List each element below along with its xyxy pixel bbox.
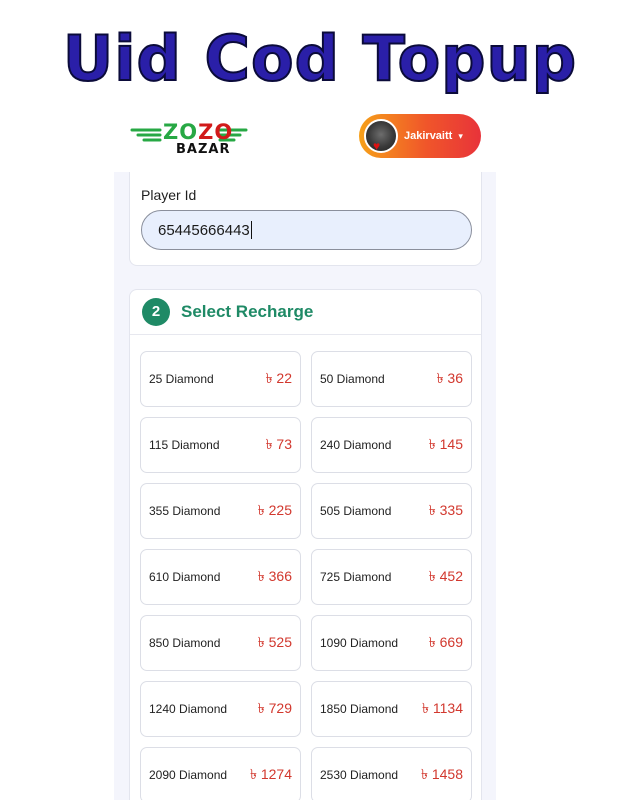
- recharge-option[interactable]: 2530 Diamond ৳ 1458: [311, 747, 472, 800]
- logo-bazar-text: BAZAR: [176, 142, 231, 157]
- recharge-option-price: ৳ 366: [257, 568, 292, 584]
- recharge-option-price: ৳ 452: [428, 568, 463, 584]
- player-id-label: Player Id: [141, 187, 197, 203]
- recharge-title: Select Recharge: [181, 302, 314, 321]
- recharge-option-price: ৳ 225: [257, 502, 292, 518]
- recharge-option-name: 505 Diamond: [320, 504, 392, 518]
- recharge-option-name: 1240 Diamond: [149, 702, 228, 716]
- logo-zo-red: ZO: [198, 120, 234, 144]
- recharge-option[interactable]: 725 Diamond ৳ 452: [311, 549, 472, 605]
- recharge-option[interactable]: 1090 Diamond ৳ 669: [311, 615, 472, 671]
- recharge-option[interactable]: 1240 Diamond ৳ 729: [140, 681, 301, 737]
- recharge-option-name: 115 Diamond: [149, 438, 220, 452]
- recharge-option[interactable]: 115 Diamond ৳ 73: [140, 417, 301, 473]
- recharge-option-name: 2530 Diamond: [320, 768, 399, 782]
- text-caret: [250, 221, 252, 239]
- avatar: ♥: [364, 119, 398, 153]
- recharge-option-name: 1090 Diamond: [320, 636, 399, 650]
- user-menu-button[interactable]: ♥ Jakirvaitt ▾: [359, 114, 481, 158]
- site-header: ZOZO BAZAR ♥ Jakirvaitt ▾: [114, 108, 496, 172]
- recharge-option-name: 850 Diamond: [149, 636, 221, 650]
- recharge-option-name: 240 Diamond: [320, 438, 392, 452]
- recharge-option-name: 610 Diamond: [149, 570, 221, 584]
- step-number-badge: 2: [142, 298, 170, 326]
- recharge-option-name: 1850 Diamond: [320, 702, 399, 716]
- recharge-option-name: 725 Diamond: [320, 570, 392, 584]
- banner-title: Uid Cod Topup: [62, 21, 578, 96]
- logo-wordmark: ZOZO: [163, 120, 233, 144]
- recharge-option-price: ৳ 1458: [420, 766, 463, 782]
- recharge-option-name: 50 Diamond: [320, 372, 385, 386]
- recharge-option-price: ৳ 335: [428, 502, 463, 518]
- page-body: Player Id 65445666443 2 Select Recharge …: [114, 172, 496, 800]
- player-id-card: Player Id 65445666443: [129, 172, 482, 266]
- chevron-down-icon: ▾: [458, 130, 463, 141]
- recharge-option-price: ৳ 729: [257, 700, 292, 716]
- recharge-option[interactable]: 355 Diamond ৳ 225: [140, 483, 301, 539]
- recharge-option[interactable]: 1850 Diamond ৳ 1134: [311, 681, 472, 737]
- select-recharge-card: 2 Select Recharge 25 Diamond ৳ 22 50 Diamo…: [129, 289, 482, 800]
- recharge-option-price: ৳ 525: [257, 634, 292, 650]
- recharge-option-price: ৳ 669: [428, 634, 463, 650]
- recharge-option-price: ৳ 22: [265, 370, 292, 386]
- recharge-option-price: ৳ 1134: [422, 700, 463, 716]
- user-name: Jakirvaitt: [404, 130, 453, 142]
- recharge-option[interactable]: 850 Diamond ৳ 525: [140, 615, 301, 671]
- recharge-header: 2 Select Recharge: [130, 290, 481, 335]
- recharge-option[interactable]: 2090 Diamond ৳ 1274: [140, 747, 301, 800]
- recharge-option-name: 355 Diamond: [149, 504, 221, 518]
- logo-zo-green: ZO: [163, 120, 199, 144]
- recharge-option[interactable]: 610 Diamond ৳ 366: [140, 549, 301, 605]
- recharge-grid: 25 Diamond ৳ 22 50 Diamond ৳ 36 115 Diamond ৳…: [140, 351, 472, 800]
- recharge-option-name: 25 Diamond: [149, 372, 214, 386]
- recharge-option-price: ৳ 36: [436, 370, 463, 386]
- recharge-option-price: ৳ 73: [265, 436, 292, 452]
- recharge-option-price: ৳ 145: [428, 436, 463, 452]
- heart-icon: ♥: [373, 139, 381, 153]
- recharge-option[interactable]: 240 Diamond ৳ 145: [311, 417, 472, 473]
- recharge-option-name: 2090 Diamond: [149, 768, 228, 782]
- player-id-input[interactable]: 65445666443: [141, 210, 472, 250]
- recharge-option[interactable]: 505 Diamond ৳ 335: [311, 483, 472, 539]
- zozo-bazar-logo[interactable]: ZOZO BAZAR: [130, 118, 250, 158]
- recharge-option[interactable]: 50 Diamond ৳ 36: [311, 351, 472, 407]
- recharge-option[interactable]: 25 Diamond ৳ 22: [140, 351, 301, 407]
- recharge-option-price: ৳ 1274: [249, 766, 292, 782]
- player-id-value: 65445666443: [158, 221, 250, 239]
